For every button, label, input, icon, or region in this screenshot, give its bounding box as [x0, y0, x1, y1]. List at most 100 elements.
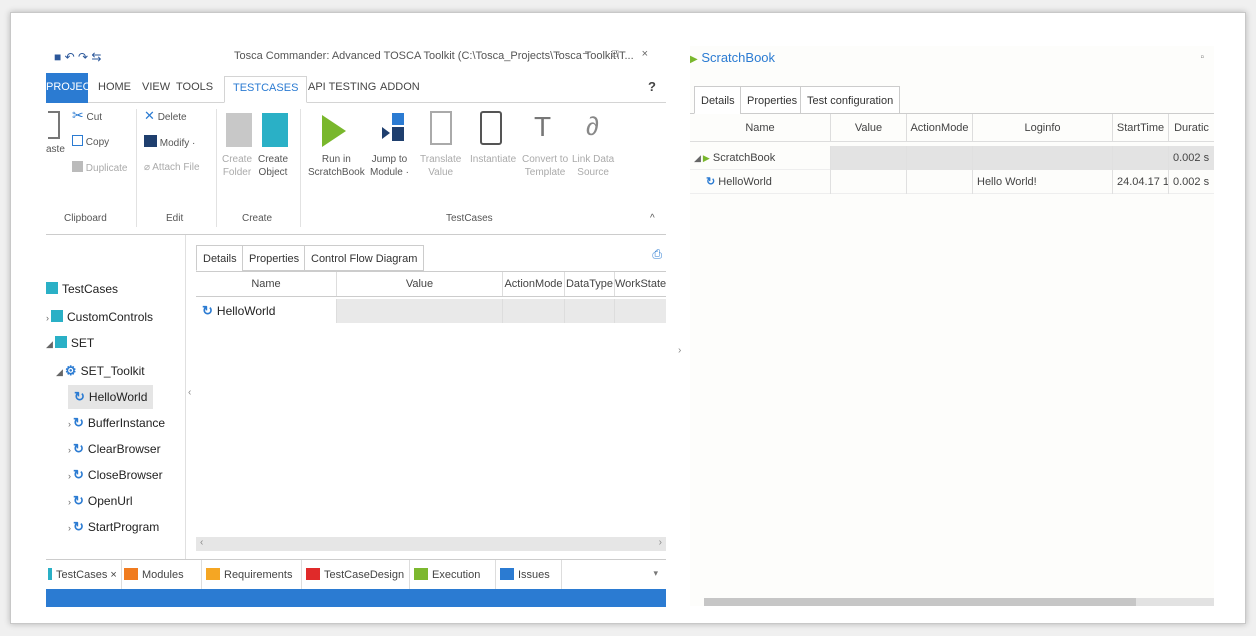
sb-tab-properties[interactable]: Properties [740, 86, 805, 114]
section-tab-testcasedesign[interactable]: TestCaseDesign [302, 560, 410, 590]
scroll-right-icon[interactable]: › [659, 537, 662, 548]
tree-item-customcontrols[interactable]: › CustomControls [46, 305, 153, 329]
cut-button[interactable]: ✂ Cut [72, 108, 102, 124]
sb-tab-details[interactable]: Details [694, 86, 742, 114]
expand-panel-icon[interactable]: › [678, 345, 681, 356]
convert-to-template-icon[interactable]: T [534, 111, 551, 143]
tab-api-testing[interactable]: API TESTING [308, 81, 376, 93]
section-tab-issues[interactable]: Issues [496, 560, 562, 590]
table-row[interactable]: ◢ ▶ ScratchBook 0.002 s [690, 146, 1214, 170]
run-icon[interactable] [322, 115, 346, 147]
instantiate-icon[interactable] [480, 111, 502, 145]
tab-project[interactable]: PROJECT [46, 73, 97, 103]
testcase-icon: ↻ [73, 415, 84, 430]
sb-tab-test-configuration[interactable]: Test configuration [800, 86, 901, 114]
column-workstate[interactable]: WorkState [614, 272, 666, 296]
tab-control-flow-diagram[interactable]: Control Flow Diagram [304, 245, 425, 271]
tree-item-clearbrowser[interactable]: › ↻ ClearBrowser [68, 437, 161, 461]
tree-item-set-toolkit[interactable]: ◢ ⚙ SET_Toolkit [56, 359, 145, 383]
collapse-arrow-icon[interactable]: ◢ [694, 153, 701, 163]
column-datatype[interactable]: DataType [564, 272, 614, 296]
copy-button[interactable]: Copy [72, 135, 109, 149]
tree-item-testcases[interactable]: TestCases [46, 277, 118, 301]
tab-tools[interactable]: TOOLS [176, 81, 213, 93]
tree-item-bufferinstance[interactable]: › ↻ BufferInstance [68, 411, 165, 435]
column-name[interactable]: Name [196, 272, 336, 296]
tree-item-openurl[interactable]: › ↻ OpenUrl [68, 489, 133, 513]
convert-to-template-button[interactable]: Convert to Template [522, 153, 568, 179]
group-separator [136, 109, 137, 227]
link-data-source-button[interactable]: Link Data Source [572, 153, 614, 179]
jump-to-module-icon[interactable] [382, 113, 406, 147]
chevron-down-icon[interactable]: ▾ [653, 568, 658, 579]
expand-arrow-icon[interactable]: › [46, 313, 49, 323]
play-icon: ▶ [702, 153, 710, 163]
tab-properties[interactable]: Properties [242, 245, 307, 271]
delete-button[interactable]: ✕ Delete [144, 109, 187, 124]
tree-item-closebrowser[interactable]: › ↻ CloseBrowser [68, 463, 163, 487]
horizontal-scrollbar[interactable] [704, 598, 1214, 606]
help-button[interactable]: ? [648, 79, 656, 94]
quick-access-toolbar[interactable]: ■ ↶ ↷ ⇆ [54, 50, 101, 64]
tree-item-helloworld[interactable]: ↻ HelloWorld [68, 385, 154, 409]
tab-home[interactable]: HOME [98, 81, 131, 93]
sb-column-name[interactable]: Name [690, 114, 830, 142]
tree-item-startprogram[interactable]: › ↻ StartProgram [68, 515, 159, 539]
row-value-cell[interactable] [336, 299, 502, 323]
collapse-arrow-icon[interactable]: ◢ [46, 339, 53, 349]
scrollbar-thumb[interactable] [704, 598, 1136, 606]
run-in-scratchbook-button[interactable]: Run in ScratchBook [308, 153, 365, 179]
modify-button[interactable]: Modify · [144, 135, 195, 150]
row-workstate-cell[interactable] [614, 299, 666, 323]
translate-value-icon[interactable] [430, 111, 452, 145]
sb-column-duration[interactable]: Duratic [1168, 114, 1214, 142]
column-value[interactable]: Value [336, 272, 502, 296]
tab-testcases[interactable]: TESTCASES [224, 76, 308, 103]
expand-arrow-icon[interactable]: › [68, 419, 71, 429]
expand-arrow-icon[interactable]: › [68, 497, 71, 507]
expand-arrow-icon[interactable]: › [68, 445, 71, 455]
paste-button[interactable]: aste [46, 143, 65, 156]
row-actionmode-cell[interactable] [502, 299, 564, 323]
instantiate-button[interactable]: Instantiate [470, 153, 516, 166]
table-row[interactable]: ↻ HelloWorld [196, 299, 666, 323]
window-controls[interactable]: ▫ − □ × [555, 48, 658, 60]
collapse-pane-icon[interactable]: ‹ [188, 387, 191, 398]
collapse-arrow-icon[interactable]: ◢ [56, 367, 63, 377]
sb-row-starttime [1112, 146, 1168, 170]
sb-column-actionmode[interactable]: ActionMode [906, 114, 972, 142]
collapse-ribbon-button[interactable]: ^ [650, 213, 655, 224]
create-folder-icon[interactable] [226, 113, 252, 147]
pane-splitter[interactable]: ‹ [186, 235, 196, 559]
create-object-icon[interactable] [262, 113, 288, 147]
column-actionmode[interactable]: ActionMode [502, 272, 564, 296]
row-datatype-cell[interactable] [564, 299, 614, 323]
sb-column-value[interactable]: Value [830, 114, 906, 142]
create-object-button[interactable]: Create Object [258, 153, 288, 179]
scroll-left-icon[interactable]: ‹ [200, 537, 203, 548]
tab-details[interactable]: Details [196, 245, 244, 271]
create-folder-button[interactable]: Create Folder [222, 153, 252, 179]
duplicate-button[interactable]: Duplicate [72, 161, 127, 175]
expand-arrow-icon[interactable]: › [68, 471, 71, 481]
sb-column-loginfo[interactable]: Loginfo [972, 114, 1112, 142]
horizontal-scrollbar[interactable]: ‹ › [196, 537, 666, 551]
jump-to-module-button[interactable]: Jump to Module · [370, 153, 409, 179]
paste-icon[interactable] [48, 111, 60, 139]
attach-file-button[interactable]: ⌀ Attach File [144, 161, 200, 174]
section-tab-execution[interactable]: Execution [410, 560, 496, 590]
tab-view[interactable]: VIEW [142, 81, 170, 93]
scratchbook-panel: ▶ ScratchBook ▫ Details Properties Test … [690, 46, 1214, 606]
print-icon[interactable]: ⎙ [652, 247, 662, 262]
table-row[interactable]: ↻ HelloWorld Hello World! 24.04.17 1... … [690, 170, 1214, 194]
section-tab-modules[interactable]: Modules [122, 560, 202, 590]
section-tab-requirements[interactable]: Requirements [202, 560, 302, 590]
tab-addon[interactable]: ADDON [380, 81, 420, 93]
section-tab-testcases[interactable]: TestCases × [46, 560, 122, 590]
link-icon[interactable]: ∂ [586, 111, 599, 142]
maximize-icon[interactable]: ▫ [1200, 52, 1204, 63]
translate-value-button[interactable]: Translate Value [420, 153, 461, 179]
tree-item-set[interactable]: ◢ SET [46, 331, 94, 355]
sb-column-starttime[interactable]: StartTime [1112, 114, 1168, 142]
expand-arrow-icon[interactable]: › [68, 523, 71, 533]
